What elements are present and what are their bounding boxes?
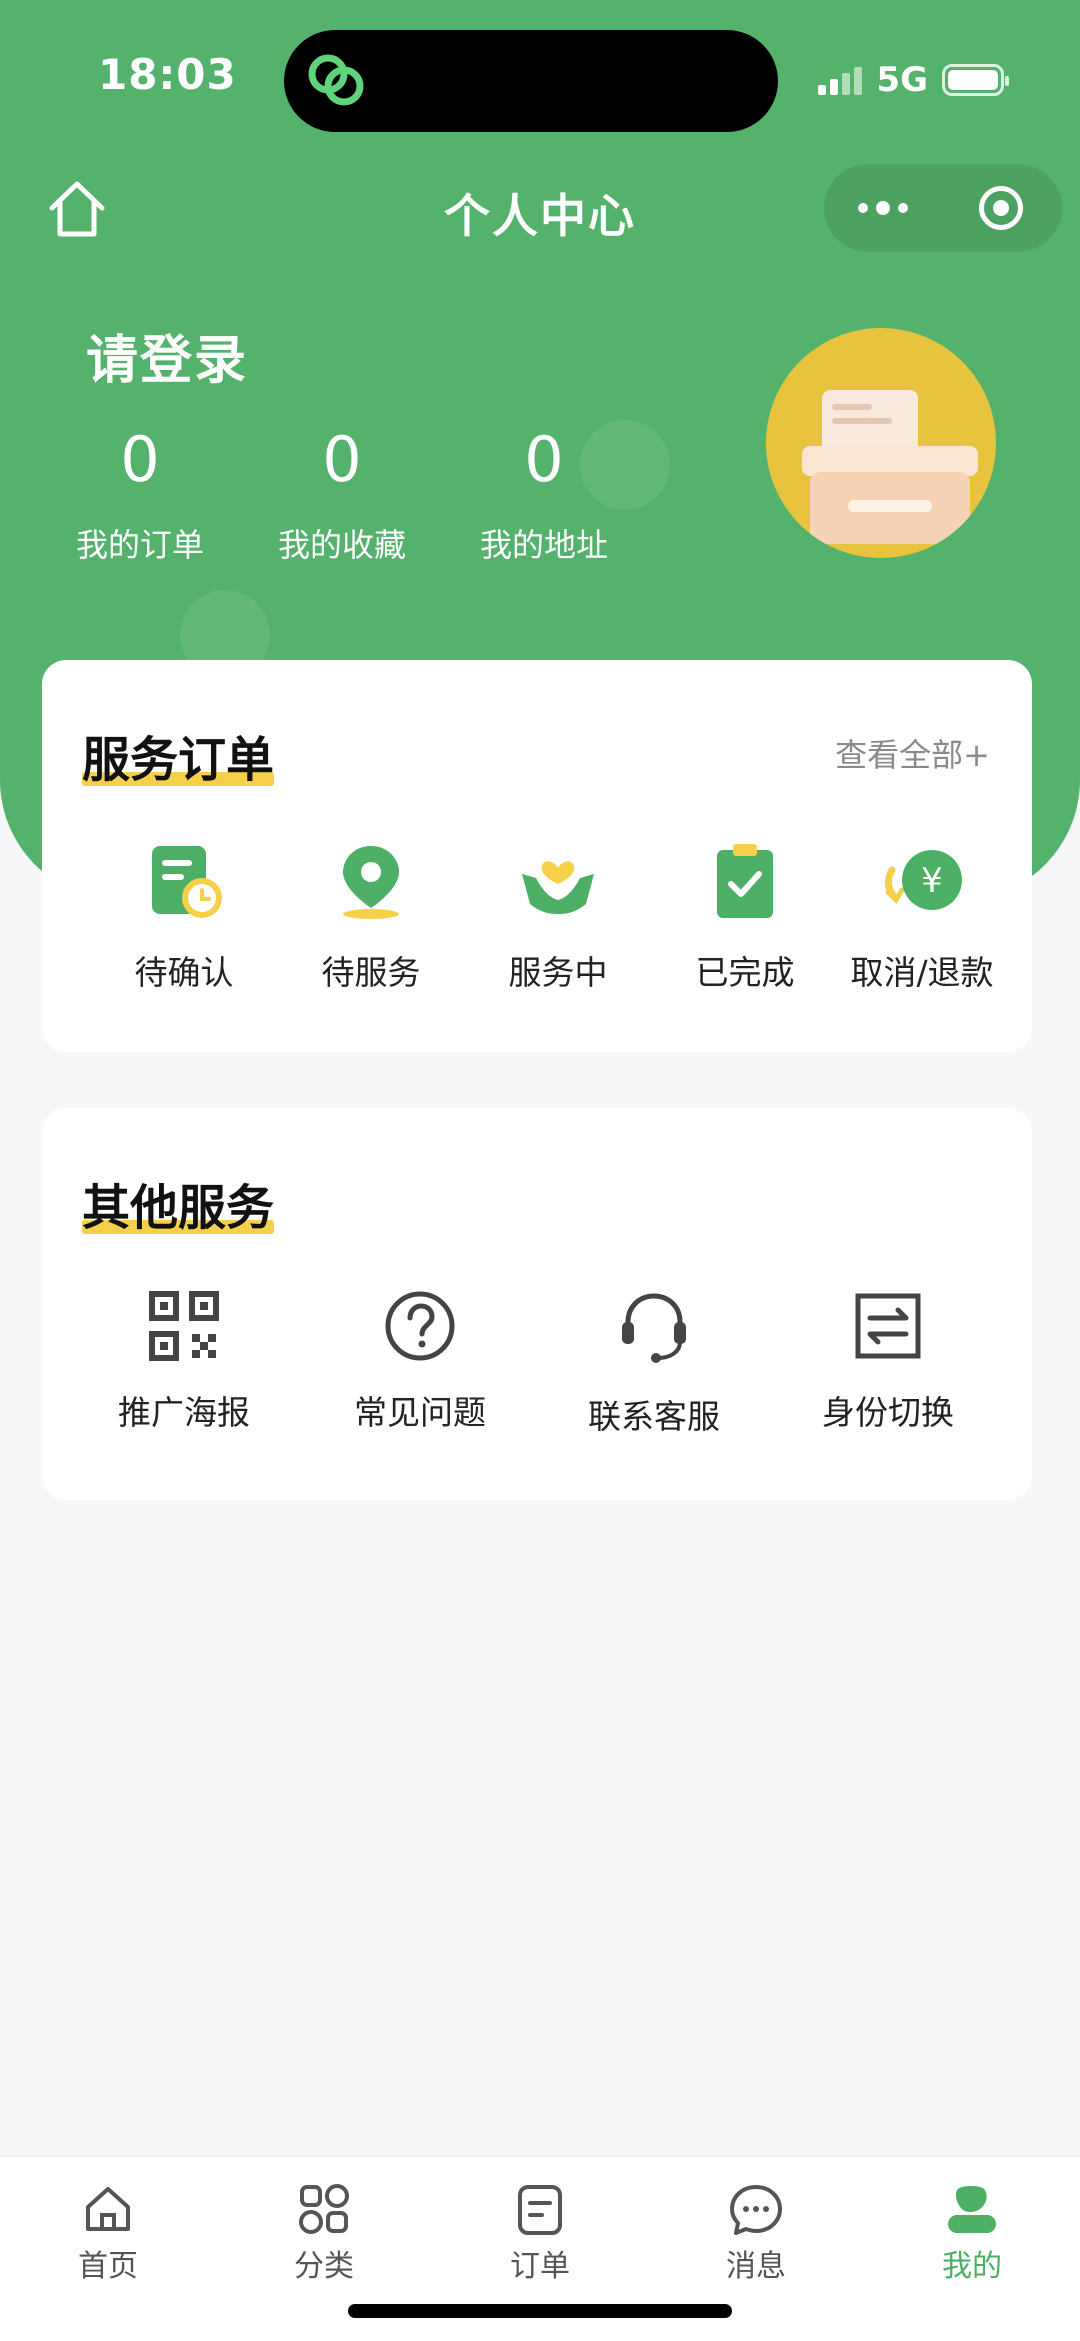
stat-orders[interactable]: 0 我的订单	[40, 420, 240, 566]
network-label: 5G	[876, 60, 928, 100]
tab-label: 订单	[510, 2249, 570, 2284]
svc-label: 联系客服	[588, 1397, 720, 1436]
signal-icon	[818, 65, 863, 95]
home-icon	[86, 2187, 130, 2231]
switch-icon	[855, 1293, 921, 1359]
stat-favorites[interactable]: 0 我的收藏	[242, 420, 442, 566]
order-pending-service[interactable]: 待服务	[271, 840, 471, 994]
avatar-box-icon	[802, 390, 978, 544]
other-services-title: 其他服务	[82, 1168, 275, 1238]
stat-label: 我的收藏	[277, 526, 406, 564]
order-label: 取消/退款	[850, 953, 994, 992]
svc-label: 推广海报	[118, 1393, 250, 1432]
tab-category[interactable]: 分类	[254, 2181, 394, 2285]
svc-faq[interactable]: 常见问题	[320, 1288, 520, 1434]
avatar[interactable]	[766, 328, 996, 558]
dynamic-island	[284, 30, 778, 132]
order-label: 服务中	[508, 953, 608, 992]
location-pin-icon	[343, 846, 399, 919]
doc-clock-icon	[152, 846, 222, 918]
qr-code-icon	[149, 1291, 219, 1361]
tab-orders[interactable]: 订单	[470, 2181, 610, 2285]
tab-label: 分类	[294, 2249, 354, 2284]
order-icon	[518, 2185, 562, 2235]
other-services-title-text: 其他服务	[82, 1180, 275, 1236]
close-target-icon[interactable]	[942, 164, 1060, 252]
tab-home[interactable]: 首页	[38, 2181, 178, 2285]
order-label: 待服务	[321, 953, 421, 992]
hands-heart-icon	[522, 861, 594, 914]
headset-icon	[622, 1293, 686, 1363]
link-rings-icon	[308, 54, 364, 106]
svc-identity-switch[interactable]: 身份切换	[788, 1288, 988, 1434]
order-label: 待确认	[134, 953, 234, 992]
order-cancel-refund[interactable]: ¥ 取消/退款	[812, 840, 1032, 994]
service-orders-card: 服务订单 查看全部+ 待确认 待服务 服务中 已完成 ¥ 取消/退款	[42, 660, 1032, 1052]
svc-label: 常见问题	[354, 1393, 486, 1432]
login-prompt[interactable]: 请登录	[86, 318, 248, 393]
order-in-service[interactable]: 服务中	[458, 840, 658, 994]
stat-value: 0	[524, 423, 564, 496]
tab-label: 首页	[78, 2249, 138, 2284]
service-orders-title-text: 服务订单	[82, 732, 275, 788]
stat-label: 我的地址	[479, 526, 608, 564]
svc-promo-poster[interactable]: 推广海报	[84, 1288, 284, 1434]
stat-value: 0	[322, 423, 362, 496]
category-icon	[299, 2184, 349, 2234]
order-pending-confirm[interactable]: 待确认	[84, 840, 284, 994]
svg-text:¥: ¥	[921, 861, 943, 901]
home-indicator	[348, 2304, 732, 2318]
clipboard-check-icon	[717, 844, 773, 918]
status-time: 18:03	[98, 50, 237, 99]
tab-messages[interactable]: 消息	[686, 2181, 826, 2285]
tab-label: 消息	[726, 2249, 786, 2284]
question-icon	[385, 1291, 455, 1361]
battery-icon	[942, 64, 1009, 96]
stat-label: 我的订单	[75, 526, 204, 564]
other-services-card: 其他服务 推广海报 常见问题 联系客服 身份切换	[42, 1108, 1032, 1500]
view-all-link[interactable]: 查看全部+	[835, 730, 990, 776]
more-icon[interactable]	[824, 164, 942, 252]
stat-addresses[interactable]: 0 我的地址	[444, 420, 644, 566]
svc-customer-service[interactable]: 联系客服	[554, 1288, 754, 1438]
svc-label: 身份切换	[822, 1393, 954, 1432]
mini-program-capsule	[824, 164, 1062, 252]
tab-profile[interactable]: 我的	[902, 2181, 1042, 2285]
service-orders-title: 服务订单	[82, 720, 275, 790]
stat-value: 0	[120, 423, 160, 496]
user-icon	[948, 2186, 996, 2233]
status-indicators: 5G	[818, 60, 1009, 100]
yen-refund-icon: ¥	[885, 850, 962, 910]
message-icon	[730, 2185, 782, 2235]
tab-label: 我的	[942, 2249, 1002, 2284]
